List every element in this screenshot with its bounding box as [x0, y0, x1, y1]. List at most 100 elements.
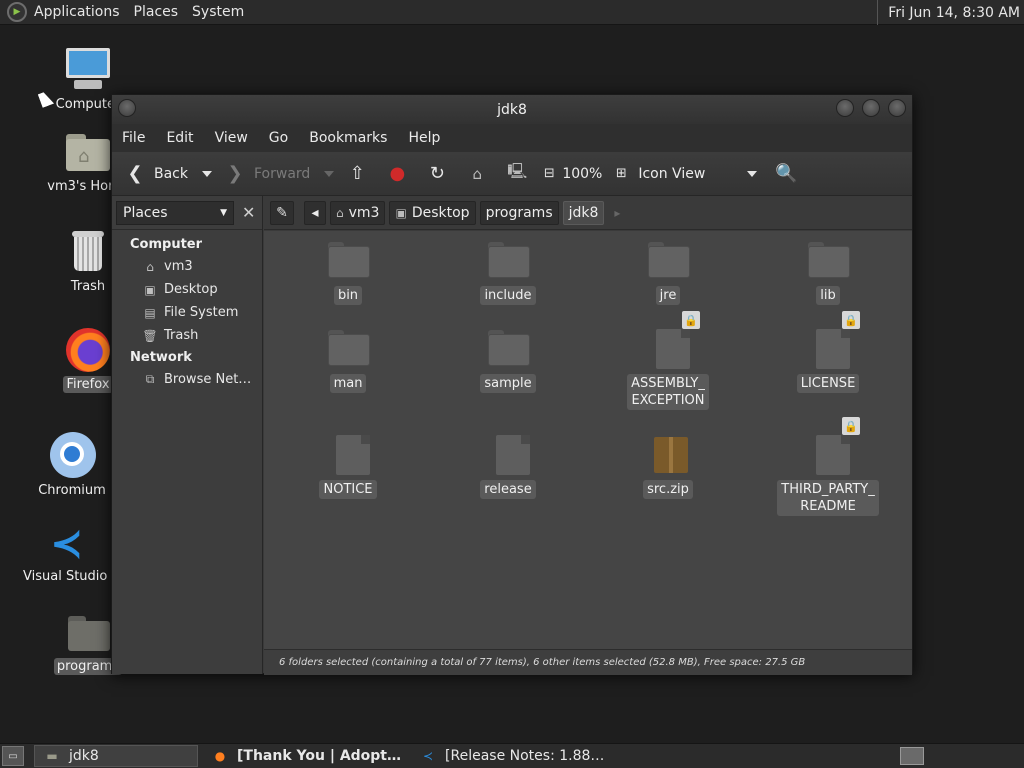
file-item-src-zip[interactable]: src.zip — [608, 433, 728, 499]
taskbar-item-jdk8[interactable]: ▬ jdk8 — [34, 745, 198, 767]
taskbar: ▭ ▬ jdk8 ● [Thank You | Adopt… ≺ [Releas… — [0, 743, 1024, 768]
system-menu[interactable]: System — [192, 4, 244, 20]
breadcrumb-jdk8[interactable]: jdk8 — [562, 200, 605, 225]
file-item-jre[interactable]: jre — [608, 239, 728, 305]
file-item-label: sample — [480, 374, 536, 393]
lock-icon: 🔒 — [842, 311, 860, 329]
search-icon: 🔍 — [775, 163, 798, 184]
folder-icon — [484, 327, 532, 371]
forward-history-dropdown[interactable] — [324, 170, 335, 177]
folder-icon — [484, 239, 532, 283]
sidebar-item-vm3[interactable]: ⌂ vm3 — [112, 255, 262, 278]
stop-button[interactable]: ● — [384, 163, 410, 184]
reload-button[interactable]: ↻ — [424, 163, 450, 184]
chevron-down-icon: ▼ — [220, 207, 227, 218]
taskbar-item-firefox[interactable]: ● [Thank You | Adopt… — [202, 745, 410, 767]
file-view[interactable]: bin include jre lib man sample 🔒 ASSEMBL… — [264, 231, 912, 649]
computer-button[interactable]: 🖳 — [504, 161, 530, 186]
file-item-sample[interactable]: sample — [448, 327, 568, 393]
up-button[interactable]: ⇧ — [344, 163, 370, 184]
sidebar-item-browse-network[interactable]: ⧉ Browse Net… — [112, 368, 262, 391]
path-scroll-left-button[interactable]: ◂ — [304, 200, 326, 225]
trash-icon: 🗑 — [142, 328, 158, 343]
home-folder-icon: ⌂ — [64, 128, 112, 176]
location-edit-button[interactable]: ✎ — [270, 200, 294, 225]
sidebar-group-computer: Computer — [130, 237, 203, 252]
zoom-out-button[interactable]: ⊟ — [536, 166, 562, 181]
sidebar-item-file-system[interactable]: ▤ File System — [112, 301, 262, 324]
desktop-icon-vscode[interactable]: ≺ Visual Studio Code — [20, 520, 145, 585]
archive-icon — [644, 433, 692, 477]
clock[interactable]: Fri Jun 14, 8:30 AM — [877, 0, 1024, 25]
file-item-include[interactable]: include — [448, 239, 568, 305]
home-folder-icon: ⌂ — [146, 259, 154, 274]
menubar: File Edit View Go Bookmarks Help — [112, 124, 912, 152]
desktop-icon-label: Chromium — [38, 483, 106, 498]
edit-icon: ✎ — [276, 204, 288, 221]
file-item-man[interactable]: man — [288, 327, 408, 393]
document-icon — [324, 433, 372, 477]
window-titlebar[interactable]: jdk8 — [112, 95, 912, 124]
back-button[interactable]: ❮ Back — [122, 163, 188, 184]
view-mode-select[interactable]: Icon View — [638, 166, 705, 182]
breadcrumb-desktop[interactable]: ▣ Desktop — [389, 200, 476, 225]
up-arrow-icon: ⇧ — [349, 163, 365, 184]
taskbar-item-vscode[interactable]: ≺ [Release Notes: 1.88… — [410, 745, 613, 767]
folder-icon — [324, 239, 372, 283]
menu-view[interactable]: View — [215, 130, 248, 146]
menu-help[interactable]: Help — [408, 130, 440, 146]
sidebar-selector[interactable]: Places ▼ — [116, 200, 234, 225]
chevron-left-icon: ◂ — [311, 204, 319, 221]
path-scroll-right-icon[interactable]: ▸ — [614, 206, 620, 220]
desktop-icon-label: Trash — [70, 279, 106, 294]
file-item-third-party-readme[interactable]: 🔒 THIRD_PARTY_ README — [768, 417, 888, 516]
window-menu-button[interactable] — [118, 99, 136, 117]
status-text: 6 folders selected (containing a total o… — [279, 657, 806, 668]
file-item-release[interactable]: release — [448, 433, 568, 499]
path-bar: ✎ ◂ ⌂ vm3 ▣ Desktop programs jdk8 ▸ — [264, 196, 912, 230]
zoom-level: 100% — [562, 165, 603, 182]
breadcrumb-vm3[interactable]: ⌂ vm3 — [330, 200, 386, 225]
applications-menu[interactable]: Applications — [34, 4, 120, 20]
places-menu[interactable]: Places — [134, 4, 179, 20]
home-button[interactable]: ⌂ — [464, 165, 490, 183]
close-button[interactable] — [888, 99, 906, 117]
file-item-label: lib — [816, 286, 840, 305]
file-item-bin[interactable]: bin — [288, 239, 408, 305]
forward-button[interactable]: ❯ Forward — [222, 163, 310, 184]
file-item-assembly-exception[interactable]: 🔒 ASSEMBLY_ EXCEPTION — [608, 311, 728, 410]
sidebar-item-desktop[interactable]: ▣ Desktop — [112, 278, 262, 301]
document-icon — [644, 327, 692, 371]
file-item-label: include — [480, 286, 536, 305]
document-icon — [804, 327, 852, 371]
zoom-out-icon: ⊟ — [543, 166, 555, 181]
desktop-icon: ▭ — [8, 750, 18, 762]
file-item-notice[interactable]: NOTICE — [288, 433, 408, 499]
menu-go[interactable]: Go — [269, 130, 288, 146]
sidebar-close-icon[interactable]: ✕ — [242, 203, 255, 222]
vscode-icon: ≺ — [422, 749, 434, 763]
back-history-dropdown[interactable] — [202, 170, 212, 177]
sidebar-item-trash[interactable]: 🗑 Trash — [112, 324, 262, 347]
distro-logo-icon[interactable]: ▶ — [7, 2, 27, 22]
top-panel: ▶ Applications Places System Fri Jun 14,… — [0, 0, 1024, 25]
desktop-icon-chromium[interactable]: Chromium — [20, 430, 124, 499]
lock-icon: 🔒 — [842, 417, 860, 435]
zoom-in-button[interactable]: ⊞ — [608, 166, 634, 181]
search-button[interactable]: 🔍 — [773, 163, 799, 184]
workspace-switcher[interactable] — [900, 747, 924, 765]
file-item-license[interactable]: 🔒 LICENSE — [768, 311, 888, 393]
menu-edit[interactable]: Edit — [166, 130, 193, 146]
menu-file[interactable]: File — [122, 130, 145, 146]
show-desktop-button[interactable]: ▭ — [2, 746, 24, 766]
minimize-button[interactable] — [836, 99, 854, 117]
breadcrumb-programs[interactable]: programs — [479, 200, 559, 225]
view-mode-dropdown[interactable] — [747, 170, 758, 177]
maximize-button[interactable] — [862, 99, 880, 117]
menu-bookmarks[interactable]: Bookmarks — [309, 130, 387, 146]
file-item-lib[interactable]: lib — [768, 239, 888, 305]
file-item-label: release — [480, 480, 536, 499]
status-bar: 6 folders selected (containing a total o… — [264, 649, 912, 675]
folder-icon — [324, 327, 372, 371]
lock-icon: 🔒 — [682, 311, 700, 329]
